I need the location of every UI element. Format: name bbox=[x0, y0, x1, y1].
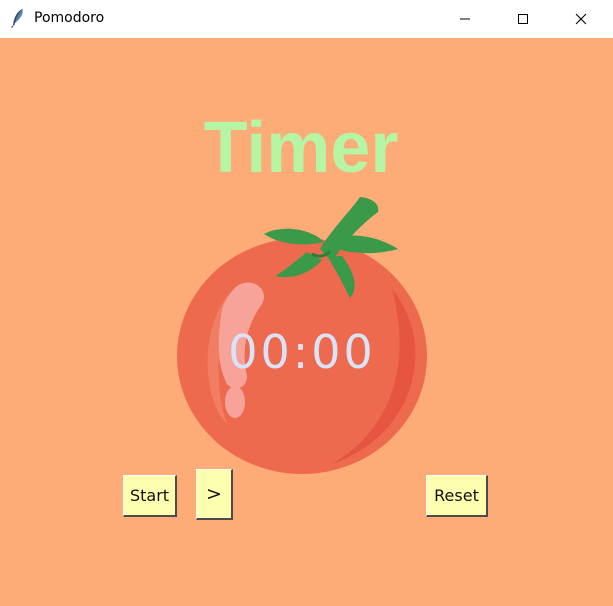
maximize-button[interactable] bbox=[500, 0, 546, 38]
pomodoro-window: Pomodoro Timer 00:00 Start > Reset bbox=[0, 0, 613, 606]
timer-heading: Timer bbox=[203, 108, 399, 188]
countdown-display: 00:00 bbox=[228, 325, 376, 379]
minimize-icon bbox=[460, 18, 470, 20]
title-bar[interactable]: Pomodoro bbox=[0, 0, 613, 38]
close-button[interactable] bbox=[558, 0, 604, 38]
minimize-button[interactable] bbox=[442, 0, 488, 38]
feather-icon bbox=[10, 8, 26, 28]
window-title: Pomodoro bbox=[34, 10, 105, 26]
start-button[interactable]: Start bbox=[123, 475, 177, 517]
close-icon bbox=[575, 13, 587, 25]
app-canvas: Timer 00:00 Start > Reset bbox=[0, 38, 613, 606]
maximize-icon bbox=[518, 14, 528, 24]
reset-button[interactable]: Reset bbox=[426, 475, 488, 517]
next-button[interactable]: > bbox=[196, 469, 233, 520]
